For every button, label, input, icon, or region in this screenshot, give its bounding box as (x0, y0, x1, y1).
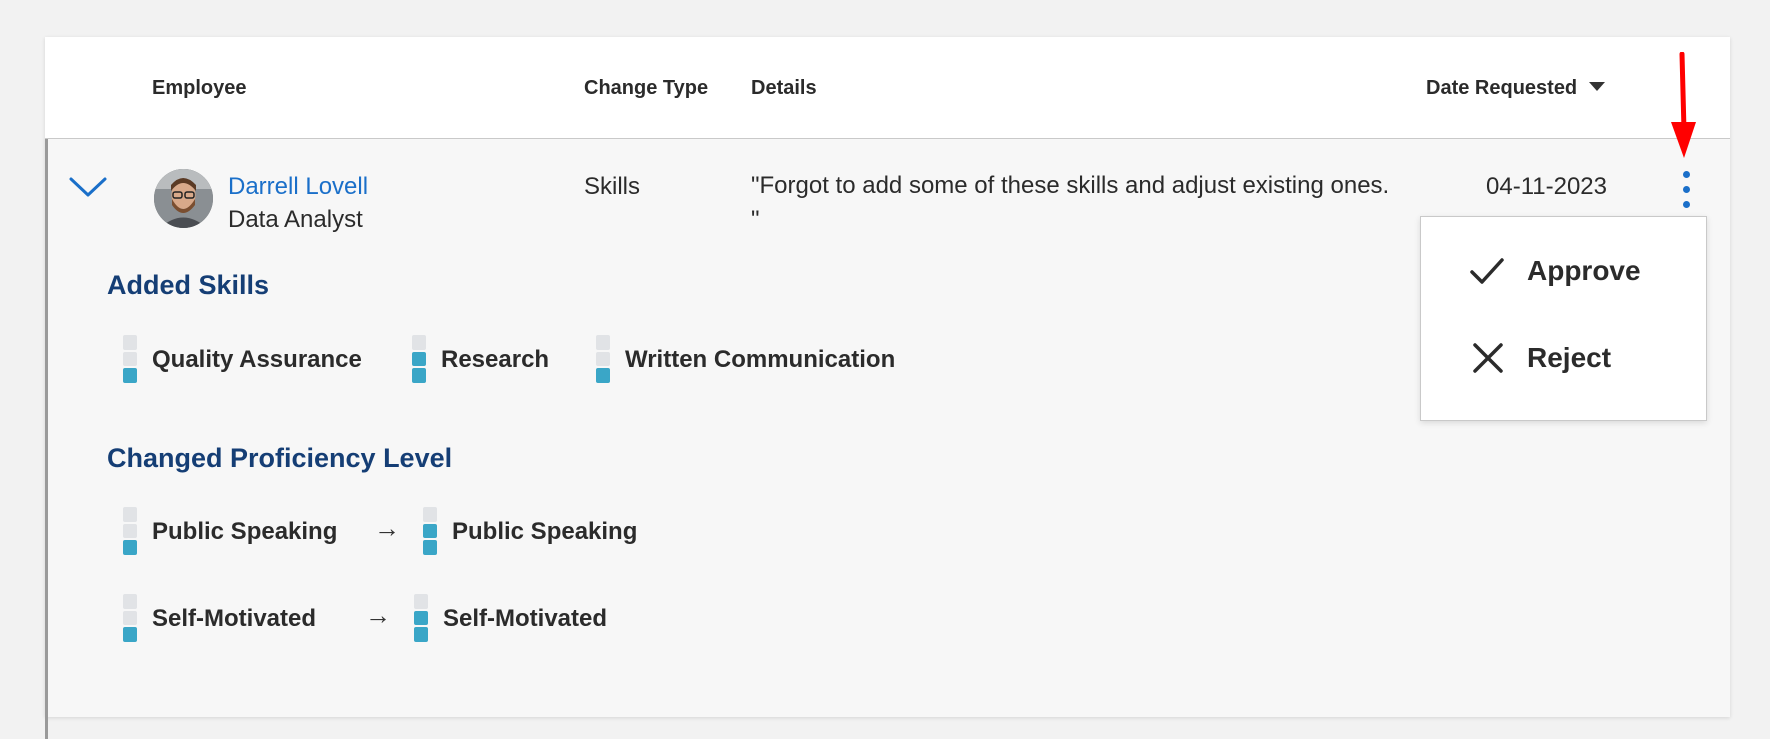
request-details-text: "Forgot to add some of these skills and … (751, 172, 1390, 233)
checkmark-icon (1470, 258, 1504, 284)
row-selected-indicator (45, 139, 48, 739)
reject-menu-item[interactable]: Reject (1421, 322, 1708, 392)
change-arrow: → (374, 513, 400, 543)
kebab-menu-icon[interactable] (1680, 169, 1692, 213)
approve-menu-item[interactable]: Approve (1421, 235, 1708, 305)
skill-label: Public Speaking (452, 518, 638, 545)
column-header-date-requested-label: Date Requested (1426, 77, 1578, 99)
column-header-change-type: Change Type (584, 77, 709, 99)
proficiency-meter (596, 335, 610, 384)
change-type-value: Skills (584, 173, 641, 200)
change-arrow: → (365, 600, 391, 630)
red-arrow-annotation (1671, 52, 1696, 158)
column-header-details: Details (751, 77, 817, 99)
changed-proficiency-heading: Changed Proficiency Level (107, 443, 453, 473)
employee-job-title: Data Analyst (228, 206, 363, 233)
proficiency-meter (123, 335, 137, 384)
date-requested-value: 04-11-2023 (1486, 173, 1607, 200)
avatar (154, 169, 213, 228)
skill-label: Self-Motivated (152, 605, 317, 632)
column-header-employee: Employee (152, 77, 247, 99)
skill-label: Quality Assurance (152, 346, 362, 373)
skill-label: Public Speaking (152, 518, 338, 545)
proficiency-meter (123, 507, 137, 556)
employee-name-link[interactable]: Darrell Lovell (228, 173, 368, 201)
skill-label: Written Communication (625, 346, 896, 373)
table-header: Employee Change Type Details Date Reques… (45, 37, 1730, 139)
proficiency-meter (412, 335, 426, 384)
added-skills-heading: Added Skills (107, 270, 270, 300)
row-actions-menu: Approve Reject (1420, 216, 1707, 421)
skill-label: Research (441, 346, 550, 373)
skill-label: Self-Motivated (443, 605, 608, 632)
proficiency-meter (414, 594, 428, 643)
reject-label: Reject (1527, 342, 1612, 373)
column-header-date-requested[interactable]: Date Requested (1426, 77, 1606, 100)
close-icon (1473, 343, 1503, 373)
approve-label: Approve (1527, 255, 1641, 286)
proficiency-meter (423, 507, 437, 556)
sort-descending-icon[interactable] (1589, 82, 1606, 92)
proficiency-meter (123, 594, 137, 643)
chevron-down-icon[interactable] (68, 171, 108, 201)
